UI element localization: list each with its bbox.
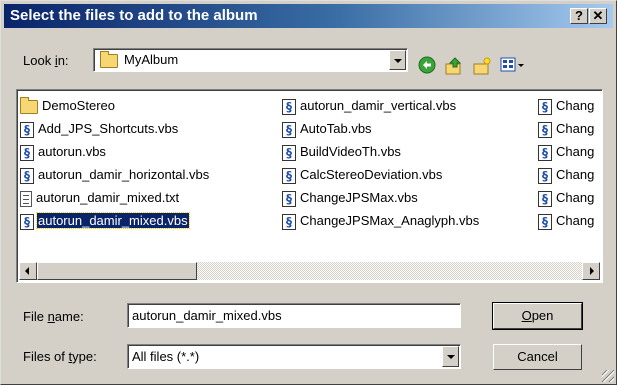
open-button[interactable]: Open — [492, 302, 583, 330]
list-item[interactable]: § Chang — [538, 94, 595, 117]
vbs-script-icon: § — [20, 213, 34, 230]
vbs-script-icon: § — [282, 213, 296, 230]
vbs-script-icon: § — [282, 121, 296, 138]
vbs-script-icon: § — [282, 167, 296, 184]
list-item[interactable]: § autorun_damir_horizontal.vbs — [20, 163, 210, 186]
file-list[interactable]: DemoStereo § Add_JPS_Shortcuts.vbs § autor… — [16, 89, 603, 283]
resize-grip[interactable] — [602, 370, 614, 382]
close-button[interactable]: ✕ — [589, 8, 607, 24]
vbs-script-icon: § — [282, 144, 296, 161]
look-in-value: MyAlbum — [124, 52, 179, 67]
file-name-value: autorun_damir_mixed.vbs — [132, 308, 282, 323]
vbs-script-icon: § — [20, 121, 34, 138]
file-name-label: File name: — [23, 309, 84, 324]
list-item[interactable]: § autorun_damir_vertical.vbs — [282, 94, 480, 117]
view-menu-icon — [500, 57, 524, 72]
back-button[interactable] — [416, 56, 438, 78]
vbs-script-icon: § — [538, 121, 552, 138]
cancel-button[interactable]: Cancel — [493, 344, 582, 370]
view-menu-button[interactable] — [499, 56, 527, 78]
vbs-script-icon: § — [538, 98, 552, 115]
scroll-thumb[interactable] — [37, 262, 197, 280]
list-item-selected[interactable]: § autorun_damir_mixed.vbs — [20, 209, 210, 232]
vbs-script-icon: § — [282, 98, 296, 115]
list-item[interactable]: § BuildVideoTh.vbs — [282, 140, 480, 163]
up-folder-icon — [445, 57, 462, 75]
look-in-label: Look in: — [23, 53, 69, 68]
list-item[interactable]: § Chang — [538, 140, 595, 163]
list-item[interactable]: § autorun.vbs — [20, 140, 210, 163]
vbs-script-icon: § — [538, 144, 552, 161]
list-item[interactable]: § CalcStereoDeviation.vbs — [282, 163, 480, 186]
back-arrow-icon — [418, 56, 436, 74]
vbs-script-icon: § — [20, 144, 34, 161]
new-folder-button[interactable] — [471, 56, 493, 78]
list-item[interactable]: § Add_JPS_Shortcuts.vbs — [20, 117, 210, 140]
list-item[interactable]: § Chang — [538, 209, 595, 232]
file-column-2: § autorun_damir_vertical.vbs § AutoTab.vbs… — [282, 94, 480, 232]
scroll-left-button[interactable] — [19, 262, 37, 280]
list-item[interactable]: § AutoTab.vbs — [282, 117, 480, 140]
list-item[interactable]: DemoStereo — [20, 94, 210, 117]
list-item[interactable]: § Chang — [538, 163, 595, 186]
vbs-script-icon: § — [538, 213, 552, 230]
file-column-1: DemoStereo § Add_JPS_Shortcuts.vbs § autor… — [20, 94, 210, 232]
vbs-script-icon: § — [538, 190, 552, 207]
text-file-icon — [20, 190, 32, 207]
up-folder-button[interactable] — [443, 56, 465, 78]
folder-icon — [100, 51, 118, 68]
vbs-script-icon: § — [282, 190, 296, 207]
new-folder-icon — [473, 57, 491, 75]
horizontal-scrollbar[interactable] — [19, 262, 600, 280]
list-item[interactable]: § Chang — [538, 117, 595, 140]
file-name-input[interactable]: autorun_damir_mixed.vbs — [127, 303, 461, 328]
vbs-script-icon: § — [538, 167, 552, 184]
folder-icon — [20, 96, 38, 114]
file-open-dialog: Select the files to add to the album ? ✕… — [0, 0, 617, 385]
list-item[interactable]: § Chang — [538, 186, 595, 209]
file-column-3: § Chang § Chang § Chang § Chang § Chang § Chan… — [538, 94, 595, 232]
list-item[interactable]: § ChangeJPSMax_Anaglyph.vbs — [282, 209, 480, 232]
scroll-right-button[interactable] — [582, 262, 600, 280]
list-item[interactable]: § ChangeJPSMax.vbs — [282, 186, 480, 209]
list-item[interactable]: autorun_damir_mixed.txt — [20, 186, 210, 209]
file-type-label: Files of type: — [23, 349, 97, 364]
file-type-dropdown-button[interactable] — [442, 346, 459, 367]
dialog-title: Select the files to add to the album — [10, 7, 258, 24]
look-in-dropdown-button[interactable] — [389, 50, 406, 70]
file-type-value: All files (*.*) — [132, 349, 200, 364]
file-type-select[interactable]: All files (*.*) — [127, 344, 461, 369]
title-bar[interactable]: Select the files to add to the album ? ✕ — [4, 4, 613, 28]
help-button[interactable]: ? — [570, 8, 588, 24]
vbs-script-icon: § — [20, 167, 34, 184]
look-in-combo[interactable]: MyAlbum — [93, 48, 408, 72]
